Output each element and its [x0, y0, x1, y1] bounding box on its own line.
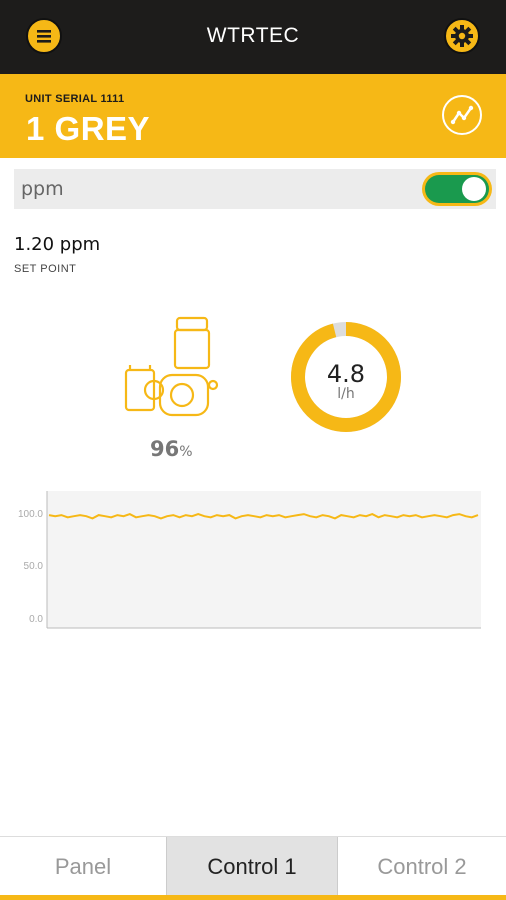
flow-unit: l/h: [337, 386, 355, 402]
y-tick-label: 50.0: [24, 561, 44, 572]
setpoint-label: SET POINT: [14, 263, 77, 275]
measure-label: ppm: [21, 178, 64, 200]
trend-button[interactable]: [442, 95, 482, 135]
chart-background: [47, 491, 481, 628]
trend-chart: 100.0 50.0 0.0: [18, 491, 481, 629]
tab-control-1[interactable]: Control 1: [167, 837, 337, 895]
tab-control-2[interactable]: Control 2: [338, 837, 506, 895]
bottom-tabs: Panel Control 1 Control 2: [0, 836, 506, 900]
settings-button[interactable]: [444, 18, 480, 54]
y-tick-label: 100.0: [18, 509, 43, 520]
pump-percent-unit: %: [179, 444, 193, 460]
tab-panel[interactable]: Panel: [0, 837, 166, 895]
flow-value: 4.8: [326, 360, 366, 388]
measure-toggle[interactable]: [422, 172, 492, 206]
y-tick-label: 0.0: [29, 614, 43, 625]
app-header: WTRTEC: [0, 0, 506, 74]
app-title: WTRTEC: [206, 24, 300, 47]
gear-icon: [451, 25, 473, 47]
measure-row: ppm: [14, 169, 496, 209]
toggle-knob: [462, 177, 486, 201]
pump-icon: [124, 316, 219, 417]
tab-bar-underline: [0, 895, 506, 900]
unit-name: 1 GREY: [26, 110, 151, 147]
pump-percent-value: 96: [150, 437, 180, 461]
trend-icon: [450, 105, 474, 125]
pump-percent: 96%: [150, 437, 193, 461]
unit-banner: UNIT SERIAL 1111 1 GREY: [0, 74, 506, 158]
unit-serial: UNIT SERIAL 1111: [25, 93, 125, 105]
setpoint-value: 1.20 ppm: [14, 234, 101, 255]
